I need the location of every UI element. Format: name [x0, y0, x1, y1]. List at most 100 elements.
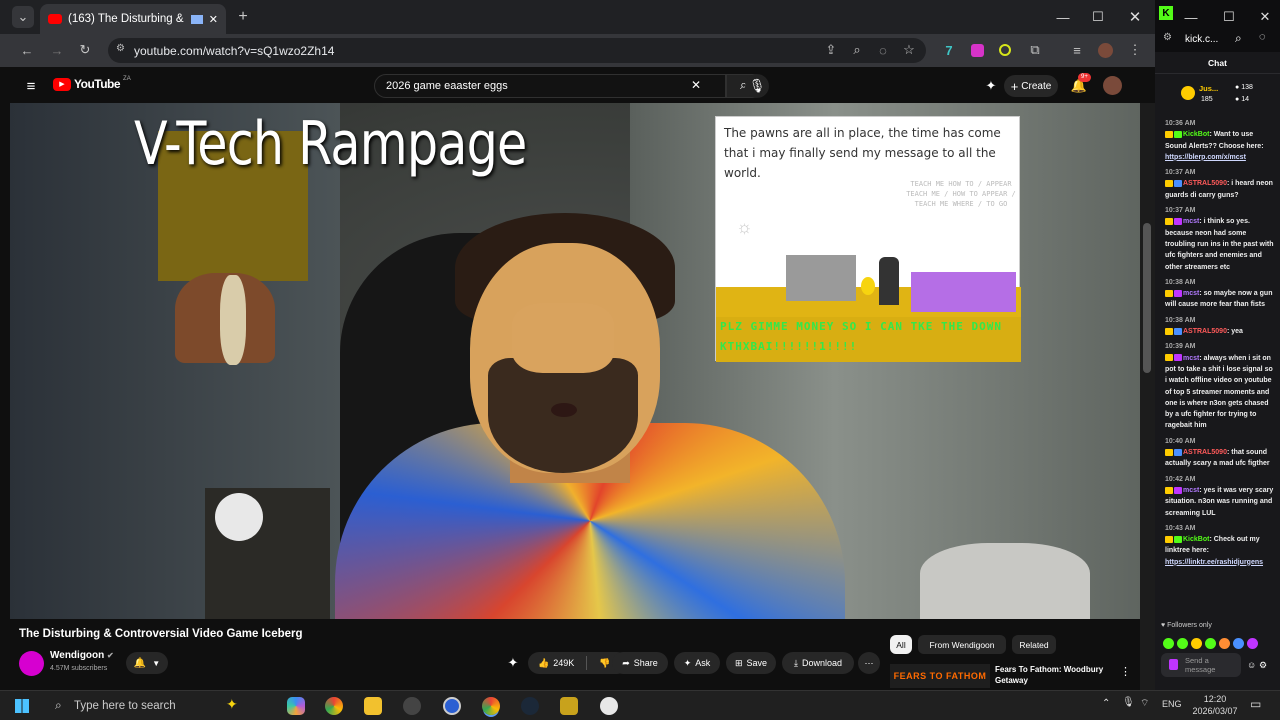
reload-icon[interactable]: ↻: [74, 39, 96, 61]
more-actions-button[interactable]: ⋯: [858, 652, 880, 674]
pinned-message[interactable]: Jus... ● 138 185 ● 14: [1159, 78, 1277, 114]
profile-avatar-icon[interactable]: [1097, 42, 1113, 58]
chip-all[interactable]: All: [890, 635, 912, 654]
taskbar-search[interactable]: ⌕ Type here to search ✦: [50, 694, 275, 718]
emote-6-icon[interactable]: [1233, 638, 1244, 649]
tray-chevron-icon[interactable]: ⌃: [1102, 698, 1110, 709]
chat-message[interactable]: 10:36 AM KickBot: Want to use Sound Alert…: [1165, 118, 1275, 163]
extensions-puzzle-icon[interactable]: ⧉: [1024, 39, 1046, 61]
kick-minimize-icon[interactable]: —: [1177, 6, 1205, 28]
chrome-icon[interactable]: [325, 697, 343, 715]
file-explorer-icon[interactable]: [364, 697, 382, 715]
chat-input[interactable]: Send a message: [1161, 653, 1241, 677]
kick-zoom-icon[interactable]: ⌕: [1235, 31, 1242, 46]
browser-tab[interactable]: (163) The Disturbing & Controversial Vid…: [40, 4, 226, 34]
hamburger-menu-icon[interactable]: ≡: [20, 75, 42, 97]
back-icon[interactable]: ←: [16, 39, 38, 61]
chat-link[interactable]: https://linktr.ee/rashidjurgens: [1165, 559, 1263, 566]
scrollbar-thumb[interactable]: [1143, 223, 1151, 373]
clear-search-icon[interactable]: ✕: [691, 78, 701, 92]
save-button[interactable]: ⊞ Save: [726, 652, 776, 674]
new-tab-icon[interactable]: +: [232, 6, 254, 28]
chat-message[interactable]: 10:38 AM mcst: so maybe now a gun will ca…: [1165, 277, 1275, 311]
close-window-icon[interactable]: ✕: [1121, 6, 1149, 28]
extension-yellow-icon[interactable]: [999, 44, 1011, 56]
taskbar-clock[interactable]: 12:20 2026/03/07: [1190, 693, 1240, 717]
sparkle-icon[interactable]: ✦: [502, 652, 524, 674]
site-info-icon[interactable]: ⚙: [116, 43, 125, 54]
app-5-icon[interactable]: [443, 697, 461, 715]
app-9-icon[interactable]: [600, 697, 618, 715]
omnibox[interactable]: ⚙ youtube.com/watch?v=sQ1wzo2Zh14 ⇪ ⌕ ◌ …: [108, 38, 926, 63]
game-app-icon[interactable]: [560, 697, 578, 715]
copilot-icon[interactable]: [287, 697, 305, 715]
chat-message[interactable]: 10:42 AM mcst: yes it was very scary situ…: [1165, 474, 1275, 519]
chat-username[interactable]: KickBot: [1183, 131, 1209, 138]
dislike-button[interactable]: 👎: [599, 658, 610, 669]
install-icon[interactable]: ⇪: [820, 39, 842, 61]
chat-identity-icon[interactable]: [1169, 659, 1178, 670]
emote-5-icon[interactable]: [1219, 638, 1230, 649]
emote-4-icon[interactable]: [1205, 638, 1216, 649]
chat-message[interactable]: 10:37 AM ASTRAL5090: i heard neon guards …: [1165, 167, 1275, 201]
chat-username[interactable]: mcst: [1183, 218, 1199, 225]
chat-username[interactable]: ASTRAL5090: [1183, 328, 1227, 335]
kick-close-icon[interactable]: ✕: [1251, 6, 1279, 28]
share-button[interactable]: ➦ Share: [612, 652, 668, 674]
search-input[interactable]: 2026 game eaaster eggs ✕: [374, 74, 726, 98]
chip-related[interactable]: Related: [1012, 635, 1056, 654]
chat-message[interactable]: 10:37 AM mcst: i think so yes. because ne…: [1165, 205, 1275, 273]
close-tab-icon[interactable]: ✕: [209, 13, 218, 26]
chat-username[interactable]: mcst: [1183, 355, 1199, 362]
language-indicator[interactable]: ENG: [1162, 699, 1182, 709]
chat-username[interactable]: mcst: [1183, 290, 1199, 297]
account-avatar[interactable]: [1103, 76, 1122, 95]
chat-message[interactable]: 10:38 AM ASTRAL5090: yea: [1165, 315, 1275, 338]
emote-3-icon[interactable]: [1191, 638, 1202, 649]
chat-username[interactable]: ASTRAL5090: [1183, 180, 1227, 187]
kick-eye-off-icon[interactable]: ◌: [1259, 31, 1266, 43]
kick-address-bar[interactable]: ⚙ kick.c... ⌕ ◌: [1155, 27, 1280, 52]
page-scrollbar[interactable]: [1140, 103, 1155, 690]
reco-title[interactable]: Fears To Fathom: Woodbury Getaway: [995, 664, 1115, 686]
chat-settings-icon[interactable]: ⚙: [1259, 660, 1267, 671]
chat-message[interactable]: 10:39 AM mcst: always when i sit on pot t…: [1165, 341, 1275, 431]
create-button[interactable]: + Create: [1004, 75, 1058, 97]
chrome-menu-icon[interactable]: ⋮: [1124, 39, 1146, 61]
chat-link[interactable]: https://blerp.com/x/mcst: [1165, 154, 1246, 161]
youtube-logo[interactable]: ▶ YouTube ZA: [53, 76, 131, 91]
ask-button[interactable]: ✦ Ask: [674, 652, 720, 674]
network-icon[interactable]: ⌔: [1140, 697, 1149, 710]
voice-search-icon[interactable]: 🎙: [745, 74, 769, 98]
eye-off-icon[interactable]: ◌: [872, 39, 894, 61]
chrome-active-icon[interactable]: [482, 697, 500, 715]
chat-message[interactable]: 10:40 AM ASTRAL5090: that sound actually …: [1165, 436, 1275, 470]
chat-message[interactable]: 10:43 AM KickBot: Check out my linktree h…: [1165, 523, 1275, 568]
kick-maximize-icon[interactable]: ☐: [1215, 6, 1243, 28]
zoom-icon[interactable]: ⌕: [846, 39, 868, 61]
bookmark-star-icon[interactable]: ☆: [898, 39, 920, 61]
chat-username[interactable]: KickBot: [1183, 536, 1209, 543]
channel-name[interactable]: Wendigoon ✔: [50, 650, 114, 661]
microphone-icon[interactable]: 🎙: [1122, 697, 1135, 708]
emote-1-icon[interactable]: [1163, 638, 1174, 649]
notification-center-icon[interactable]: ▭: [1250, 697, 1261, 711]
emote-2-icon[interactable]: [1177, 638, 1188, 649]
minimize-icon[interactable]: —: [1049, 6, 1077, 28]
chat-emote-picker-icon[interactable]: ☺: [1247, 660, 1256, 670]
chat-username[interactable]: mcst: [1183, 487, 1199, 494]
obs-icon[interactable]: [403, 697, 421, 715]
download-button[interactable]: ⤓ Download: [782, 652, 854, 674]
chip-from-wendigoon[interactable]: From Wendigoon: [918, 635, 1006, 654]
reco-more-icon[interactable]: ⋮: [1120, 665, 1131, 678]
gemini-spark-icon[interactable]: ✦: [980, 75, 1002, 97]
chat-username[interactable]: ASTRAL5090: [1183, 449, 1227, 456]
video-player[interactable]: V-Tech Rampage The pawns are all in plac…: [10, 103, 1140, 619]
channel-avatar[interactable]: [19, 651, 44, 676]
like-button[interactable]: 👍 249K: [538, 658, 574, 669]
subscribed-bell-button[interactable]: 🔔 ▼: [126, 652, 168, 674]
steam-icon[interactable]: [521, 697, 539, 715]
kick-site-info-icon[interactable]: ⚙: [1163, 32, 1172, 43]
forward-icon[interactable]: →: [46, 39, 68, 61]
extension-7tv-icon[interactable]: 7: [938, 39, 960, 61]
